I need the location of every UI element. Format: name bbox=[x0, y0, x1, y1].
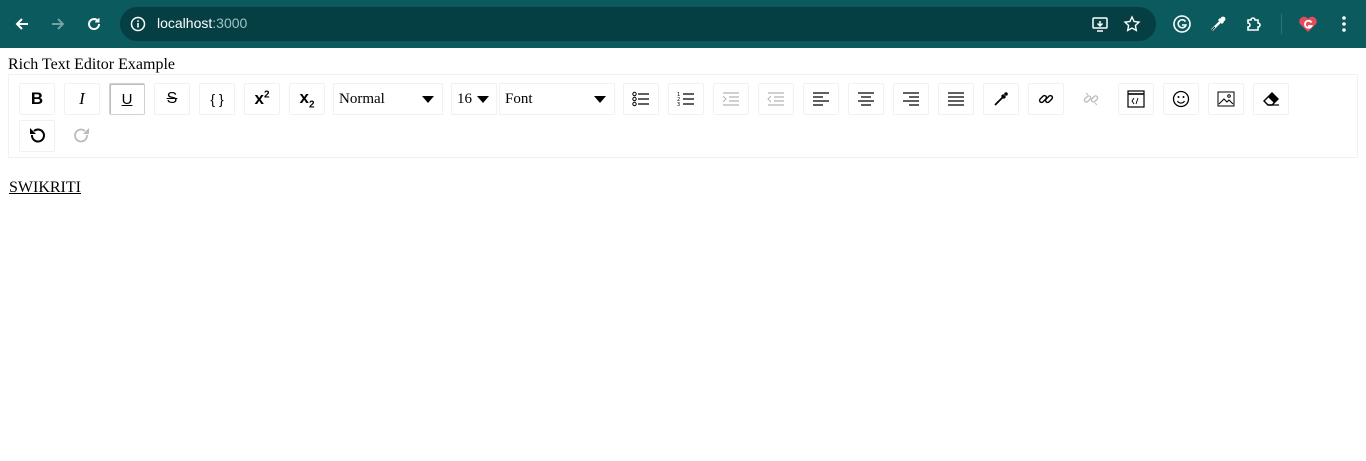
align-center-icon bbox=[858, 92, 874, 106]
unordered-list-button[interactable] bbox=[623, 83, 659, 115]
redo-icon bbox=[74, 128, 89, 143]
image-icon bbox=[1217, 91, 1235, 107]
link-icon bbox=[1038, 94, 1054, 104]
puzzle-icon[interactable] bbox=[1243, 13, 1265, 35]
remove-formatting-button[interactable] bbox=[1253, 83, 1289, 115]
align-left-button[interactable] bbox=[803, 83, 839, 115]
underline-label: U bbox=[121, 90, 133, 108]
heart-g-extension-icon[interactable] bbox=[1297, 13, 1319, 35]
kebab-menu-icon[interactable] bbox=[1333, 13, 1355, 35]
align-right-icon bbox=[903, 92, 919, 106]
superscript-button[interactable]: x2 bbox=[244, 83, 280, 115]
subscript-label: x2 bbox=[299, 87, 315, 111]
bold-label: B bbox=[30, 89, 44, 108]
align-justify-icon bbox=[948, 92, 964, 106]
numbered-list-icon: 123 bbox=[677, 92, 694, 107]
strikethrough-button[interactable]: S bbox=[154, 83, 190, 115]
embedded-button[interactable] bbox=[1118, 83, 1154, 115]
address-bar[interactable]: localhost:3000 bbox=[120, 7, 1156, 41]
url-text: localhost:3000 bbox=[157, 15, 248, 31]
smiley-icon bbox=[1172, 90, 1190, 108]
redo-button[interactable] bbox=[64, 120, 100, 152]
embed-icon bbox=[1127, 90, 1145, 108]
editor-toolbar: B I U S { } x2 x2 Normal 16 Font 123 bbox=[8, 74, 1358, 158]
toolbar-separator bbox=[1281, 14, 1282, 34]
unlink-button[interactable] bbox=[1073, 83, 1109, 115]
browser-toolbar: localhost:3000 bbox=[0, 0, 1366, 48]
indent-icon bbox=[722, 92, 739, 106]
link-button[interactable] bbox=[1028, 83, 1064, 115]
subscript-button[interactable]: x2 bbox=[289, 83, 325, 115]
font-size-value: 16 bbox=[457, 90, 472, 107]
outdent-button[interactable] bbox=[758, 83, 794, 115]
undo-icon bbox=[30, 128, 45, 143]
eraser-icon bbox=[1263, 92, 1279, 106]
star-icon[interactable] bbox=[1123, 15, 1141, 33]
chevron-down-icon bbox=[477, 96, 489, 103]
site-info-icon[interactable] bbox=[129, 15, 147, 33]
italic-label: I bbox=[79, 89, 85, 108]
unlink-icon bbox=[1083, 92, 1099, 106]
font-family-value: Font bbox=[505, 90, 533, 107]
italic-button[interactable]: I bbox=[64, 83, 100, 115]
svg-text:3: 3 bbox=[677, 102, 680, 107]
bullet-list-icon bbox=[632, 91, 649, 107]
ordered-list-button[interactable]: 123 bbox=[668, 83, 704, 115]
color-dropper-icon[interactable] bbox=[1207, 13, 1229, 35]
chevron-down-icon bbox=[422, 96, 434, 103]
reload-button[interactable] bbox=[82, 12, 106, 36]
image-button[interactable] bbox=[1208, 83, 1244, 115]
back-button[interactable] bbox=[10, 12, 34, 36]
bold-button[interactable]: B bbox=[19, 83, 55, 115]
forward-button[interactable] bbox=[46, 12, 70, 36]
code-label: { } bbox=[210, 91, 224, 107]
grammarly-icon[interactable] bbox=[1171, 13, 1193, 35]
block-type-dropdown[interactable]: Normal bbox=[333, 83, 443, 115]
align-left-icon bbox=[813, 92, 829, 106]
eyedropper-icon bbox=[994, 92, 1008, 106]
forward-arrow-icon bbox=[52, 18, 65, 30]
indent-button[interactable] bbox=[713, 83, 749, 115]
color-picker-button[interactable] bbox=[983, 83, 1019, 115]
install-app-icon[interactable] bbox=[1091, 15, 1109, 33]
code-button[interactable]: { } bbox=[199, 83, 235, 115]
strikethrough-label: S bbox=[166, 90, 178, 107]
align-justify-button[interactable] bbox=[938, 83, 974, 115]
align-center-button[interactable] bbox=[848, 83, 884, 115]
font-family-dropdown[interactable]: Font bbox=[499, 83, 615, 115]
page-title: Rich Text Editor Example bbox=[8, 56, 175, 73]
block-type-value: Normal bbox=[339, 90, 385, 107]
undo-button[interactable] bbox=[19, 120, 55, 152]
editor-content[interactable]: SWIKRITI bbox=[9, 179, 81, 197]
emoji-button[interactable] bbox=[1163, 83, 1199, 115]
outdent-icon bbox=[767, 92, 784, 106]
reload-icon bbox=[88, 18, 101, 31]
font-size-dropdown[interactable]: 16 bbox=[451, 83, 497, 115]
back-arrow-icon bbox=[15, 18, 28, 30]
align-right-button[interactable] bbox=[893, 83, 929, 115]
underline-button[interactable]: U bbox=[109, 83, 145, 115]
chevron-down-icon bbox=[594, 96, 606, 103]
superscript-label: x2 bbox=[254, 89, 270, 108]
